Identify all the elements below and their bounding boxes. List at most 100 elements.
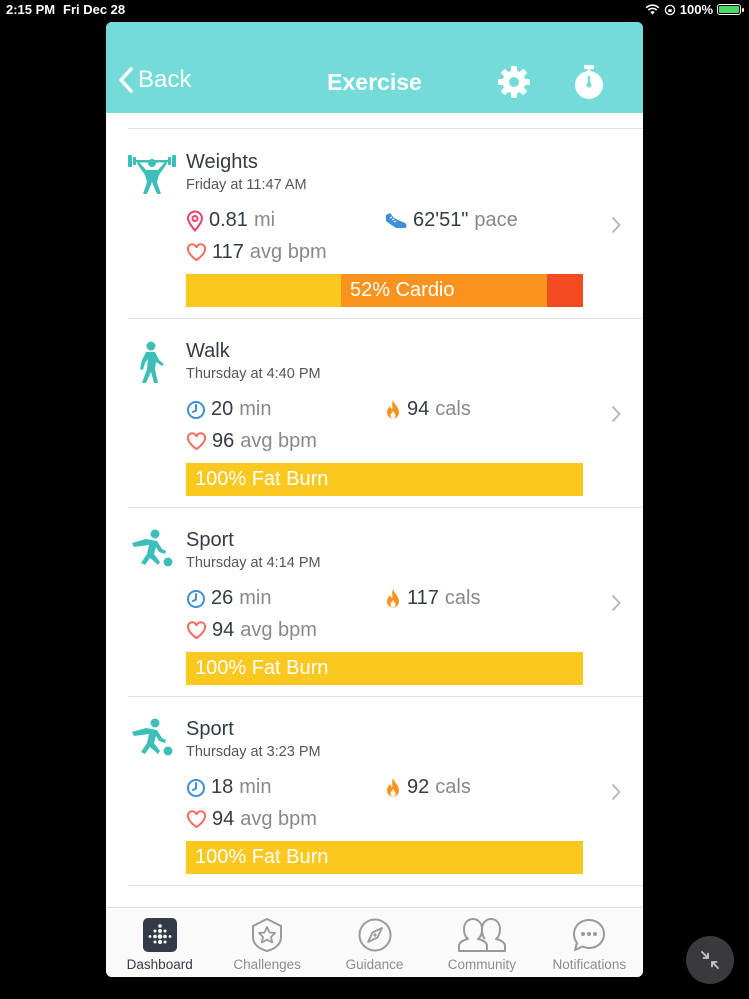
tab-bar: Dashboard Challenges Guidance Community bbox=[106, 907, 643, 977]
chevron-right-icon bbox=[611, 783, 621, 801]
heart-zone-bar: 100% Fat Burn bbox=[186, 841, 583, 874]
zone-label: 52% Cardio bbox=[350, 279, 455, 301]
tab-notifications[interactable]: Notifications bbox=[536, 908, 643, 977]
heart-icon bbox=[186, 243, 207, 262]
exercise-name: Walk bbox=[186, 340, 230, 362]
wifi-icon bbox=[645, 4, 660, 15]
stat-value: 94 bbox=[212, 619, 235, 641]
heart-zone-bar: 100% Fat Burn bbox=[186, 463, 583, 496]
gear-icon[interactable] bbox=[497, 65, 531, 99]
app-window: Back Exercise Weights Friday at 11:47 AM… bbox=[106, 22, 643, 977]
status-date: Fri Dec 28 bbox=[63, 2, 126, 17]
chevron-right-icon bbox=[611, 405, 621, 423]
stat-unit: cals bbox=[444, 587, 481, 609]
flame-icon bbox=[387, 399, 399, 418]
heart-rate-stat: 96 avg bpm bbox=[186, 430, 317, 453]
exercise-name: Sport bbox=[186, 529, 234, 551]
community-icon bbox=[457, 918, 506, 952]
collapse-arrows-icon bbox=[701, 951, 719, 969]
stat-value: 62'51" bbox=[413, 209, 469, 231]
exercise-card-weights[interactable]: Weights Friday at 11:47 AM 0.81 mi 62'51… bbox=[106, 129, 643, 318]
flame-icon bbox=[387, 777, 399, 796]
stat-unit: cals bbox=[435, 398, 471, 420]
header: Back Exercise bbox=[106, 22, 643, 113]
walk-icon bbox=[140, 341, 164, 383]
stat-value: 94 bbox=[407, 398, 430, 420]
tab-label: Guidance bbox=[345, 957, 404, 972]
tab-label: Dashboard bbox=[126, 957, 193, 972]
distance-stat: 0.81 mi bbox=[186, 209, 275, 232]
rotation-lock-icon bbox=[664, 4, 675, 15]
sport-icon bbox=[132, 529, 173, 567]
clock-icon bbox=[187, 589, 205, 608]
stat-value: 92 bbox=[407, 776, 430, 798]
tab-label: Notifications bbox=[552, 957, 627, 972]
pace-stat: 62'51" pace bbox=[384, 209, 518, 232]
stat-unit: avg bpm bbox=[240, 619, 317, 641]
stat-value: 96 bbox=[212, 430, 235, 452]
clock-icon bbox=[187, 778, 205, 797]
heart-zone-bar: 52% Cardio bbox=[186, 274, 583, 307]
stat-value: 0.81 bbox=[209, 209, 248, 231]
stopwatch-icon[interactable] bbox=[572, 64, 606, 100]
stat-unit: cals bbox=[435, 776, 471, 798]
exercise-time: Thursday at 3:23 PM bbox=[186, 744, 321, 760]
stat-unit: avg bpm bbox=[249, 241, 327, 263]
dashboard-icon bbox=[142, 918, 177, 952]
zone-segment-peak bbox=[547, 274, 583, 307]
chevron-right-icon bbox=[611, 594, 621, 612]
stat-unit: min bbox=[239, 398, 272, 420]
status-bar: 2:15 PM Fri Dec 28 100% bbox=[0, 0, 749, 20]
calories-stat: 94 cals bbox=[384, 398, 471, 421]
stat-value: 26 bbox=[211, 587, 234, 609]
calories-stat: 117 cals bbox=[384, 587, 480, 610]
zone-label: 100% Fat Burn bbox=[195, 846, 329, 868]
zone-segment-fat-burn bbox=[186, 274, 341, 307]
heart-zone-bar: 100% Fat Burn bbox=[186, 652, 583, 685]
tab-challenges[interactable]: Challenges bbox=[213, 908, 320, 977]
zone-label: 100% Fat Burn bbox=[195, 657, 329, 679]
challenges-icon bbox=[252, 917, 283, 953]
tab-dashboard[interactable]: Dashboard bbox=[106, 908, 213, 977]
heart-rate-stat: 117 avg bpm bbox=[186, 241, 327, 264]
stat-value: 117 bbox=[212, 241, 244, 263]
tab-community[interactable]: Community bbox=[428, 908, 535, 977]
duration-stat: 26 min bbox=[186, 587, 271, 610]
status-indicators: 100% bbox=[645, 2, 744, 17]
sport-icon bbox=[132, 718, 173, 756]
stat-unit: min bbox=[239, 587, 272, 609]
heart-icon bbox=[186, 810, 207, 829]
stat-unit: pace bbox=[474, 209, 518, 231]
exercise-list: Weights Friday at 11:47 AM 0.81 mi 62'51… bbox=[106, 113, 643, 907]
stat-value: 117 bbox=[407, 587, 439, 609]
minimize-button[interactable] bbox=[686, 936, 734, 984]
stat-value: 94 bbox=[212, 808, 235, 830]
heart-rate-stat: 94 avg bpm bbox=[186, 808, 317, 831]
clock-icon bbox=[187, 400, 205, 419]
shoe-icon bbox=[386, 212, 407, 228]
exercise-card-walk[interactable]: Walk Thursday at 4:40 PM 20 min 94 cals … bbox=[106, 318, 643, 507]
tab-label: Challenges bbox=[233, 957, 301, 972]
stat-value: 18 bbox=[211, 776, 234, 798]
exercise-time: Thursday at 4:40 PM bbox=[186, 366, 321, 382]
heart-rate-stat: 94 avg bpm bbox=[186, 619, 317, 642]
notifications-icon bbox=[573, 919, 606, 951]
guidance-icon bbox=[358, 918, 392, 952]
exercise-card-sport[interactable]: Sport Thursday at 3:23 PM 18 min 92 cals… bbox=[106, 696, 643, 885]
exercise-card-sport[interactable]: Sport Thursday at 4:14 PM 26 min 117 cal… bbox=[106, 507, 643, 696]
zone-label: 100% Fat Burn bbox=[195, 468, 329, 490]
divider bbox=[128, 885, 643, 886]
stat-unit: mi bbox=[253, 209, 276, 231]
exercise-time: Thursday at 4:14 PM bbox=[186, 555, 321, 571]
battery-icon bbox=[717, 4, 744, 15]
duration-stat: 20 min bbox=[186, 398, 271, 421]
location-pin-icon bbox=[186, 210, 204, 232]
chevron-right-icon bbox=[611, 216, 621, 234]
tab-guidance[interactable]: Guidance bbox=[321, 908, 428, 977]
flame-icon bbox=[387, 588, 399, 607]
battery-percent: 100% bbox=[679, 2, 713, 17]
stat-value: 20 bbox=[211, 398, 234, 420]
heart-icon bbox=[186, 621, 207, 640]
heart-icon bbox=[186, 432, 207, 451]
tab-label: Community bbox=[447, 957, 517, 972]
